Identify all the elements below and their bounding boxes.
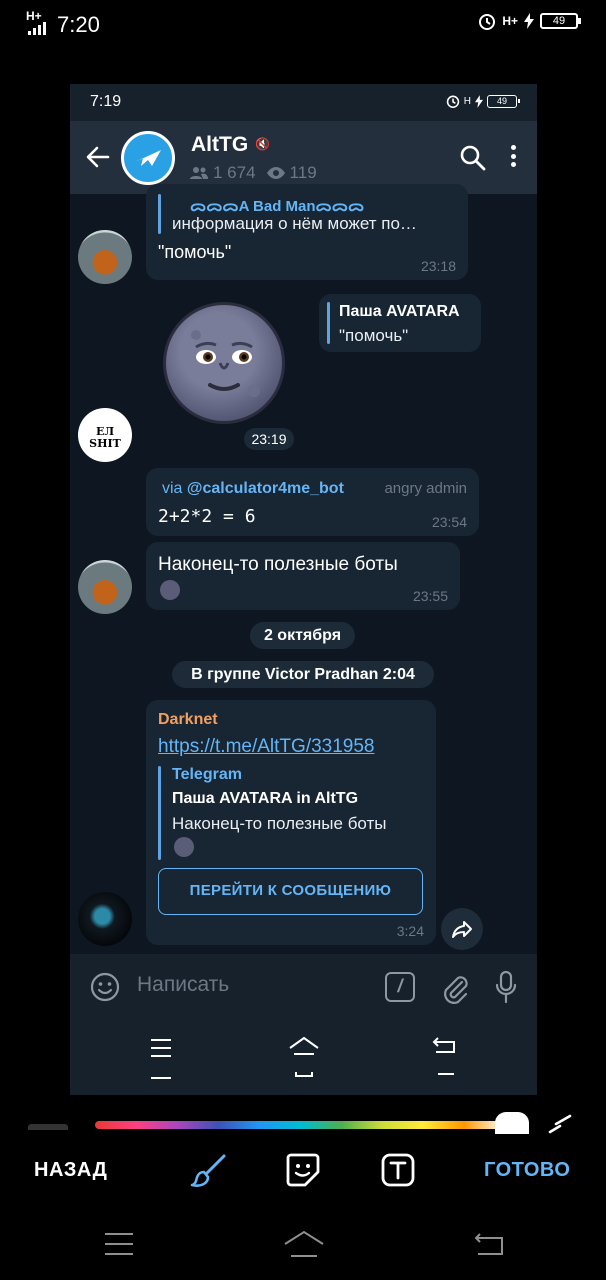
message-input[interactable]: Написать — [137, 973, 229, 997]
back-nav-icon[interactable] — [472, 1230, 504, 1260]
message-text: 2+2*2 = 6 — [158, 506, 256, 527]
system-navigation-bar — [0, 1210, 606, 1280]
editor-toolbar: НАЗАД ГОТОВО — [0, 1140, 606, 1200]
emoji-icon[interactable] — [90, 972, 120, 1002]
plane-logo-icon — [135, 150, 161, 166]
outer-status-bar: H+ 7:20 H+ 49 — [0, 0, 606, 50]
share-button[interactable] — [441, 908, 483, 950]
admin-role: angry admin — [384, 480, 467, 497]
alarm-icon — [479, 14, 496, 30]
brush-icon[interactable] — [190, 1152, 230, 1188]
via-bot-label[interactable]: via @calculator4me_bot — [162, 480, 344, 498]
subscriber-count: 1 674 — [213, 163, 256, 182]
reply-author: Паша AVATARA — [339, 303, 460, 320]
channel-stats: 1 674 119 — [189, 163, 317, 183]
avatar[interactable] — [78, 560, 132, 614]
signal-type: H+ — [26, 9, 42, 23]
date-divider: 2 октября — [250, 622, 355, 649]
inner-battery-level: 49 — [496, 95, 507, 106]
attach-icon[interactable] — [440, 972, 470, 1004]
reply-author: ᯅᯅᯅA Bad Manᯅᯅᯅ — [190, 198, 365, 215]
undo-hint[interactable] — [28, 1124, 68, 1130]
menu-nav-icon[interactable] — [104, 1232, 134, 1256]
inner-menu-nav-icon — [151, 1039, 171, 1079]
message-time: 3:24 — [396, 923, 424, 939]
quote-source: Telegram — [172, 766, 242, 783]
message-time: 23:54 — [431, 514, 467, 530]
moon-emoji-icon — [174, 837, 194, 857]
inner-home-nav-icon — [289, 1036, 319, 1077]
inner-clock: 7:19 — [90, 93, 122, 110]
bot-commands-icon[interactable]: / — [385, 972, 415, 1002]
moon-emoji-icon — [160, 580, 180, 600]
back-button[interactable]: НАЗАД — [34, 1159, 107, 1182]
sticker-icon[interactable] — [285, 1152, 321, 1188]
message-time: 23:18 — [420, 258, 456, 274]
battery-level: 49 — [552, 15, 566, 27]
message-bubble[interactable]: ᯅᯅᯅA Bad Manᯅᯅᯅ информация о нём может п… — [146, 184, 468, 280]
subscribers-icon — [190, 167, 208, 179]
views-count: 119 — [289, 163, 317, 182]
message-link[interactable]: https://t.me/AltTG/331958 — [158, 736, 375, 758]
reply-text: "помочь" — [339, 326, 409, 345]
home-nav-icon[interactable] — [283, 1230, 325, 1260]
text-tool-icon[interactable] — [380, 1152, 416, 1188]
moon-face-sticker[interactable] — [163, 302, 285, 424]
message-bubble[interactable]: Наконец-то полезные боты 23:55 — [146, 542, 460, 610]
share-arrow-icon — [452, 921, 472, 938]
network-type: H+ — [502, 14, 518, 28]
telegram-screenshot: 7:19 H 49 AltTG 🔇 1 674 119 ᯅᯅᯅA Bad Man… — [70, 84, 537, 1095]
message-time: 23:55 — [412, 588, 448, 604]
charging-icon — [524, 13, 534, 29]
inner-battery-icon: 49 — [487, 94, 520, 108]
go-to-message-button[interactable]: ПЕРЕЙТИ К СООБЩЕНИЮ — [158, 868, 423, 915]
sticker-time: 23:19 — [244, 428, 294, 450]
group-divider: В группе Victor Pradhan 2:04 — [172, 661, 434, 688]
battery-icon: 49 — [540, 13, 581, 29]
message-text: Наконец-то полезные боты — [158, 554, 398, 575]
signal-bars-icon — [28, 22, 46, 35]
avatar[interactable] — [78, 230, 132, 284]
reply-preview[interactable]: Паша AVATARA "помочь" — [319, 294, 481, 352]
quote-author: Паша AVATARA in AltTG — [172, 790, 359, 807]
back-arrow-icon[interactable] — [84, 143, 112, 171]
avatar-logo-text: SHIT — [89, 437, 121, 450]
quote-text: Наконец-то полезные боты — [172, 814, 387, 833]
message-list[interactable]: ᯅᯅᯅA Bad Manᯅᯅᯅ информация о нём может п… — [70, 184, 537, 954]
search-icon[interactable] — [460, 145, 486, 171]
inner-charging-icon — [475, 94, 483, 108]
more-menu-icon[interactable] — [510, 145, 516, 167]
moon-face-icon — [191, 330, 260, 397]
eye-icon — [266, 167, 285, 179]
message-text: "помочь" — [158, 242, 232, 262]
avatar[interactable] — [78, 892, 132, 946]
inner-status-bar: 7:19 H 49 — [70, 84, 537, 121]
channel-avatar[interactable] — [121, 131, 175, 185]
inner-network-type: H — [463, 95, 471, 107]
color-slider-knob[interactable] — [495, 1112, 529, 1134]
done-button[interactable]: ГОТОВО — [484, 1159, 570, 1182]
muted-icon: 🔇 — [255, 137, 270, 151]
brush-size-icon[interactable] — [548, 1114, 576, 1134]
color-slider[interactable] — [95, 1121, 505, 1129]
inner-back-nav-icon — [432, 1037, 455, 1075]
reply-text: информация о нём может по… — [172, 214, 417, 233]
clock: 7:20 — [57, 12, 100, 37]
message-bubble[interactable]: Darknet https://t.me/AltTG/331958 Telegr… — [146, 700, 436, 945]
inner-navigation-bar — [70, 1018, 537, 1095]
inner-alarm-icon — [446, 95, 459, 108]
message-bubble[interactable]: via @calculator4me_bot angry admin 2+2*2… — [146, 468, 479, 536]
message-author[interactable]: Darknet — [158, 711, 218, 729]
avatar[interactable]: ЕЛ SHIT — [78, 408, 132, 462]
channel-title[interactable]: AltTG — [191, 133, 248, 157]
message-composer: Написать / — [70, 954, 537, 1018]
microphone-icon[interactable] — [494, 970, 518, 1004]
